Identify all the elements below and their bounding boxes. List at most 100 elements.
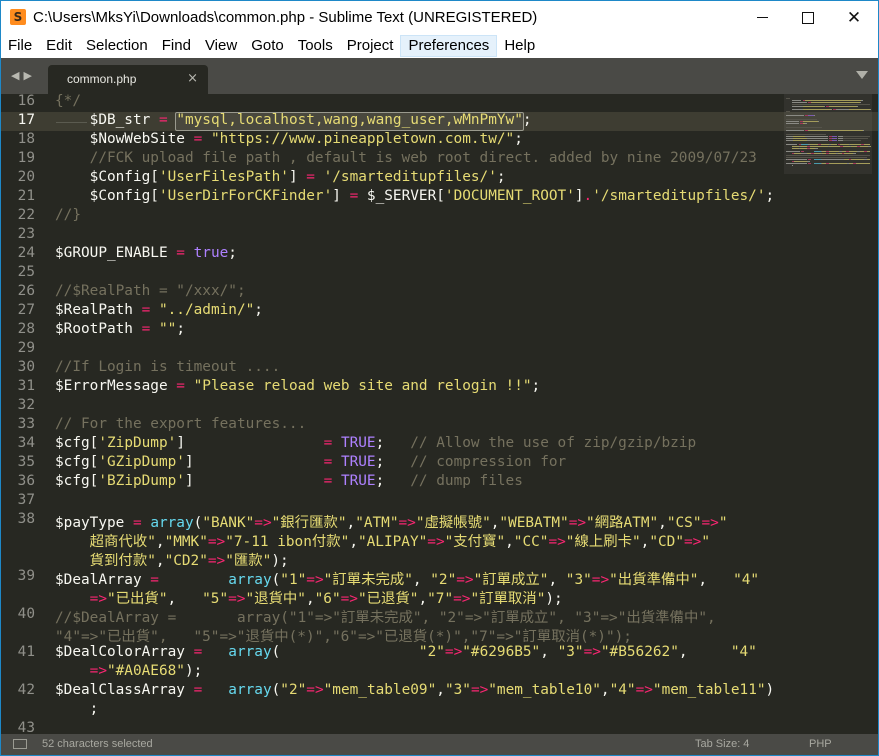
code-token: = bbox=[141, 572, 168, 588]
code-token: ; bbox=[254, 302, 263, 318]
code-token: "3" bbox=[444, 682, 471, 698]
line-number: 19 bbox=[17, 150, 35, 166]
line-number: 33 bbox=[17, 416, 35, 432]
minimap-mark bbox=[856, 106, 859, 108]
minimap-mark bbox=[851, 158, 864, 160]
code-token: "訂單取消" bbox=[470, 591, 546, 607]
menu-goto[interactable]: Goto bbox=[244, 35, 291, 57]
code-token: ] bbox=[184, 473, 315, 489]
title-bar[interactable]: S C:\Users\MksYi\Downloads\common.php - … bbox=[1, 1, 878, 34]
tab-list-dropdown-icon[interactable] bbox=[856, 71, 868, 79]
minimap-mark bbox=[843, 140, 862, 141]
code-line: $cfg['GZipDump'] = TRUE; // compression … bbox=[55, 454, 566, 473]
minimap-mark bbox=[808, 129, 863, 131]
code-token: = bbox=[314, 473, 341, 489]
panel-toggle-icon[interactable] bbox=[13, 739, 27, 749]
code-token: true bbox=[193, 245, 229, 261]
line-number: 29 bbox=[17, 340, 35, 356]
minimap[interactable] bbox=[784, 94, 872, 734]
code-token: = bbox=[167, 245, 194, 261]
code-token: ; bbox=[514, 131, 523, 147]
minimap-mark bbox=[863, 144, 870, 146]
code-token: "訂單未完成" bbox=[323, 572, 413, 588]
code-token: => bbox=[583, 644, 601, 660]
code-token: , bbox=[155, 553, 165, 569]
menu-file[interactable]: File bbox=[1, 35, 39, 57]
code-token: => bbox=[456, 572, 474, 588]
maximize-icon bbox=[802, 11, 814, 24]
tab-common-php[interactable]: common.php × bbox=[48, 65, 208, 94]
maximize-button[interactable] bbox=[785, 1, 831, 34]
window-title: C:\Users\MksYi\Downloads\common.php - Su… bbox=[33, 9, 538, 26]
syntax-indicator[interactable]: PHP bbox=[809, 738, 832, 750]
menu-project[interactable]: Project bbox=[340, 35, 401, 57]
code-token: 'UserFilesPath' bbox=[158, 169, 289, 185]
tab-close-icon[interactable]: × bbox=[187, 71, 198, 86]
code-token: $DealArray bbox=[55, 572, 142, 588]
minimap-mark bbox=[802, 108, 831, 110]
code-token: ); bbox=[271, 553, 289, 569]
code-area[interactable]: {*/ $DB_str = "mysql,localhost,wang,wang… bbox=[55, 94, 782, 734]
minimap-mark bbox=[843, 146, 851, 148]
line-number: 18 bbox=[17, 131, 35, 147]
minimap-mark bbox=[829, 163, 848, 165]
code-token: ); bbox=[184, 663, 203, 679]
code-token: ; bbox=[55, 701, 99, 717]
code-token: "#A0AE68" bbox=[106, 663, 185, 679]
menu-find[interactable]: Find bbox=[155, 35, 198, 57]
tab-nav-arrows-icon[interactable]: ◀▶ bbox=[11, 69, 36, 82]
code-token: => bbox=[591, 572, 610, 588]
menu-help[interactable]: Help bbox=[497, 35, 542, 57]
minimap-mark bbox=[799, 146, 807, 148]
code-token: ( bbox=[271, 682, 281, 698]
code-token: = bbox=[132, 321, 159, 337]
code-token: => bbox=[89, 663, 107, 679]
tab-size-indicator[interactable]: Tab Size: 4 bbox=[695, 738, 749, 750]
line-number: 28 bbox=[17, 321, 35, 337]
minimize-button[interactable] bbox=[739, 1, 785, 34]
code-token: //} bbox=[55, 207, 81, 223]
sublime-window: S C:\Users\MksYi\Downloads\common.php - … bbox=[0, 0, 879, 756]
minimap-mark bbox=[852, 152, 856, 154]
code-line: //$RealPath = "/xxx/"; bbox=[55, 283, 246, 302]
code-token: $RootPath bbox=[55, 321, 133, 337]
code-line: =>"已出貨", "5"=>"退貨中","6"=>"已退貨","7"=>"訂單取… bbox=[55, 587, 563, 607]
code-token: 'BZipDump' bbox=[98, 473, 185, 489]
menu-preferences[interactable]: Preferences bbox=[400, 35, 498, 57]
code-line: $NowWebSite = "https://www.pineappletown… bbox=[55, 131, 523, 150]
code-token: "ALIPAY" bbox=[357, 534, 428, 550]
minimap-mark bbox=[786, 133, 827, 135]
minimap-mark bbox=[802, 106, 824, 108]
minimap-mark bbox=[820, 158, 845, 160]
code-token: = bbox=[184, 682, 211, 698]
code-token: " bbox=[701, 534, 710, 550]
code-line: $RealPath = "../admin/"; bbox=[55, 302, 263, 321]
code-token: = bbox=[297, 169, 324, 185]
code-token: = bbox=[184, 131, 211, 147]
code-token: "CD2" bbox=[164, 553, 208, 569]
code-line: $RootPath = ""; bbox=[55, 321, 185, 340]
menu-view[interactable]: View bbox=[198, 35, 244, 57]
menu-edit[interactable]: Edit bbox=[39, 35, 79, 57]
minimap-mark bbox=[791, 106, 803, 108]
minimap-mark bbox=[786, 114, 805, 116]
menu-tools[interactable]: Tools bbox=[291, 35, 340, 57]
code-token: TRUE bbox=[340, 454, 376, 470]
code-token: => bbox=[340, 591, 358, 607]
code-token: // For the export features... bbox=[55, 416, 307, 432]
close-button[interactable]: ✕ bbox=[831, 1, 877, 34]
code-token: 'GZipDump' bbox=[98, 454, 185, 470]
code-token: "CD" bbox=[649, 534, 684, 550]
menu-selection[interactable]: Selection bbox=[79, 35, 155, 57]
minimap-mark bbox=[809, 146, 828, 148]
code-token: => bbox=[89, 591, 107, 607]
code-editor[interactable]: 16 17 18 19 20 21 22 23 24 25 26 27 28 29 30 31 32 33 34 35… bbox=[1, 94, 878, 734]
code-token: "2" bbox=[418, 644, 445, 660]
minimap-mark bbox=[830, 144, 838, 146]
code-token: "CS" bbox=[666, 515, 702, 531]
code-token: "退貨中" bbox=[245, 591, 306, 607]
code-token: $ErrorMessage bbox=[55, 378, 168, 394]
code-line: $Config['UserDirForCKFinder'] = $_SERVER… bbox=[55, 188, 775, 207]
code-token: => bbox=[207, 534, 226, 550]
code-token: ; bbox=[228, 245, 237, 261]
